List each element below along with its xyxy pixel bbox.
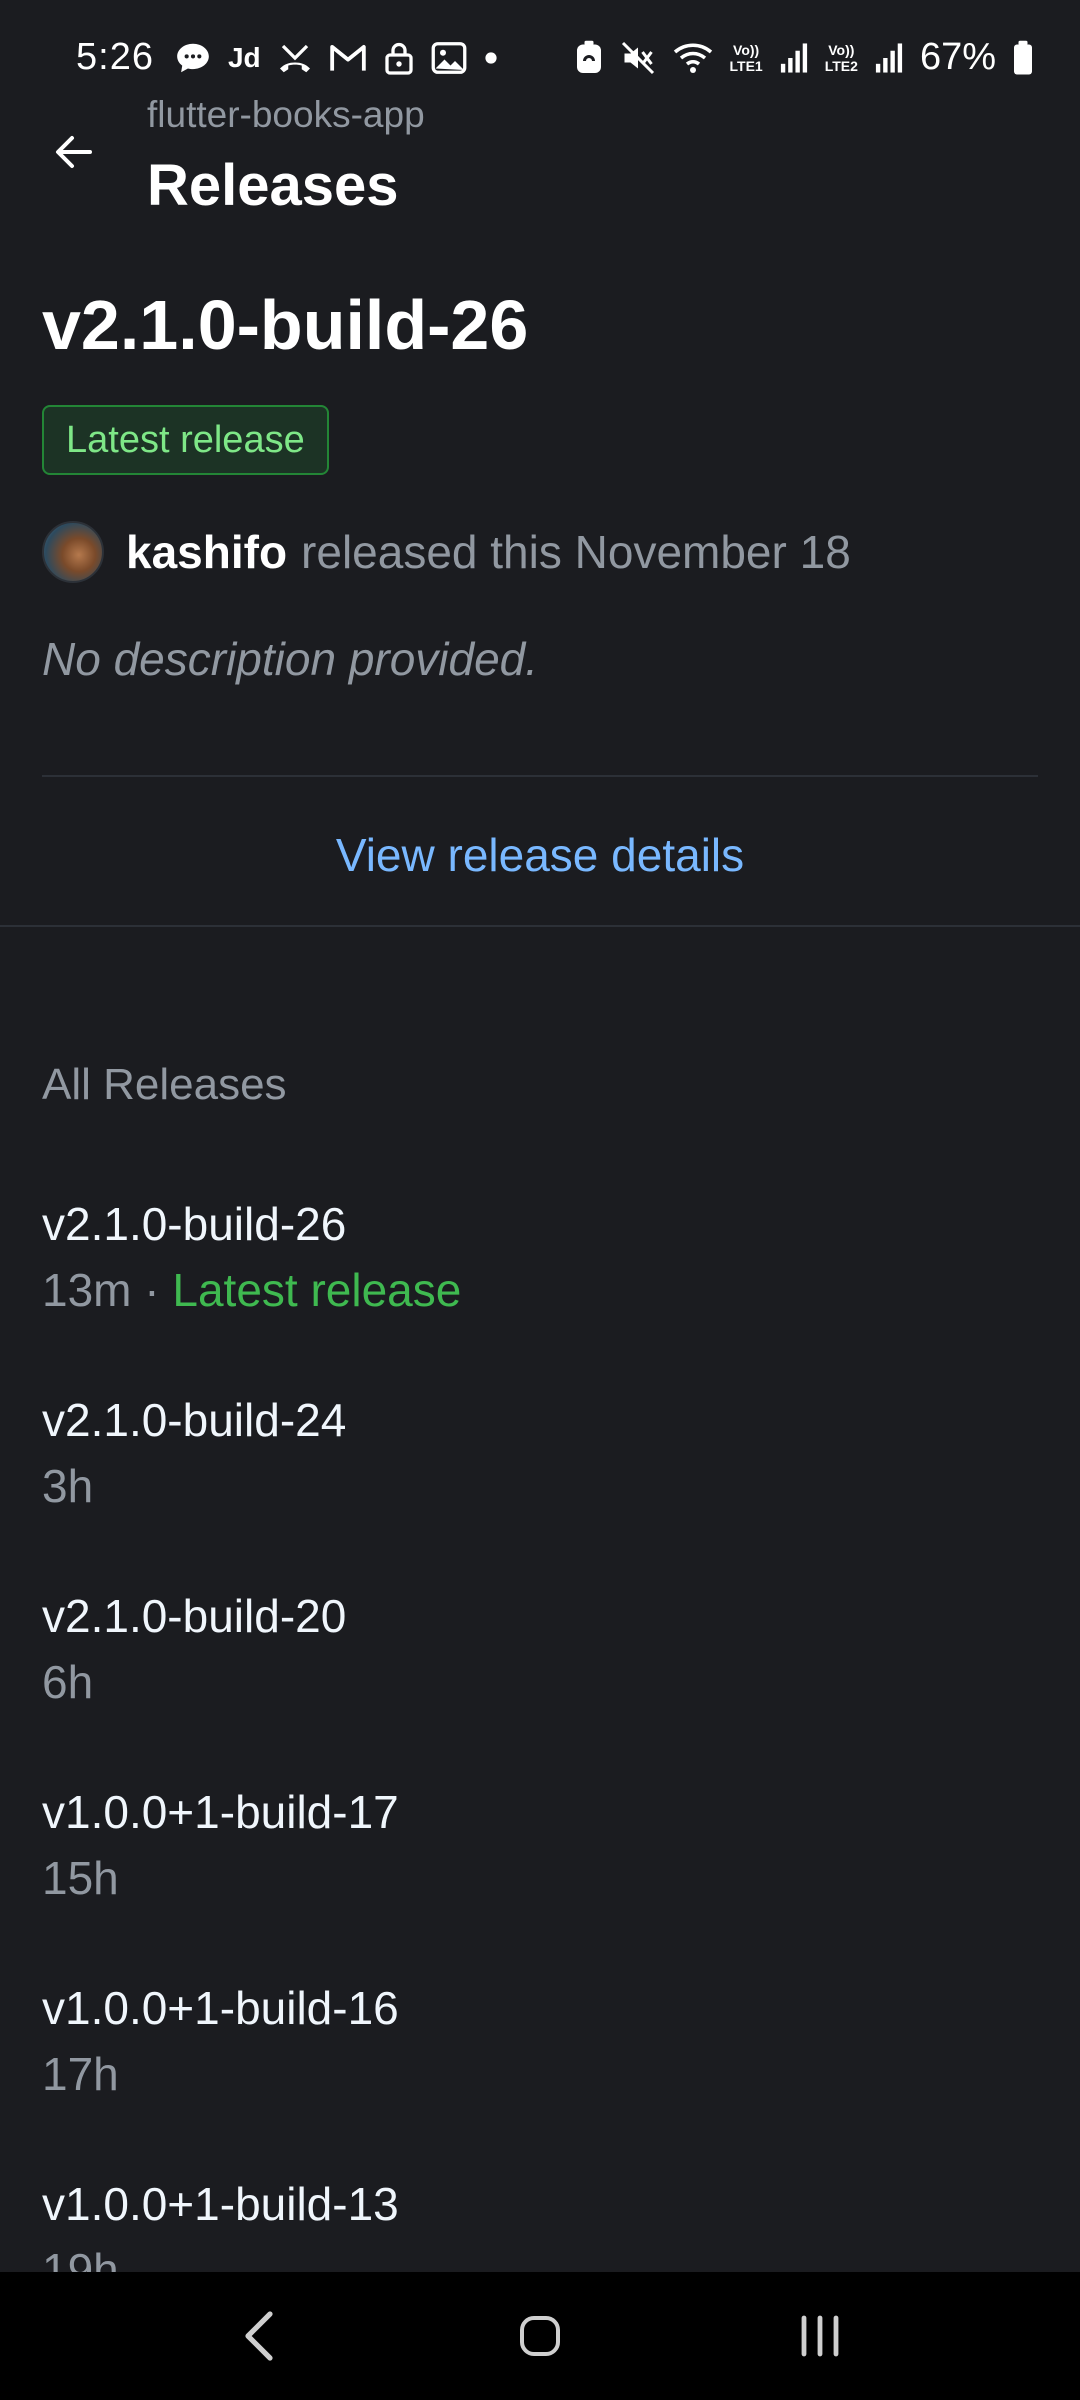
gmail-icon — [329, 42, 367, 74]
battery-percent: 67% — [919, 36, 996, 78]
battery-icon — [1012, 40, 1034, 76]
release-date-text: released this November 18 — [301, 526, 851, 578]
arrow-left-icon — [56, 136, 92, 168]
missed-call-icon — [277, 40, 313, 76]
screen: 5:26 Jd Vo)) LTE1 Vo)) LTE2 67% flutter-… — [0, 0, 1080, 2400]
release-name: v2.1.0-build-26 — [42, 1198, 347, 1250]
release-tag-title: v2.1.0-build-26 — [42, 286, 529, 364]
signal-1-icon — [779, 42, 809, 74]
chat-bubble-icon — [174, 39, 212, 77]
back-button[interactable] — [44, 122, 104, 182]
status-time: 5:26 — [76, 36, 154, 78]
list-item[interactable]: v1.0.0+1-build-17 15h — [0, 1773, 1080, 1969]
view-release-details-button[interactable]: View release details — [0, 810, 1080, 900]
chevron-left-icon — [245, 2311, 273, 2361]
list-item[interactable]: v1.0.0+1-build-13 19h — [0, 2165, 1080, 2273]
list-item[interactable]: v2.1.0-build-20 6h — [0, 1577, 1080, 1773]
gallery-icon — [431, 41, 467, 75]
recents-icon — [801, 2315, 839, 2357]
list-item[interactable]: v2.1.0-build-24 3h — [0, 1381, 1080, 1577]
release-age: 6h — [42, 1656, 94, 1708]
nav-recents-button[interactable] — [760, 2286, 880, 2386]
author-name[interactable]: kashifo — [126, 525, 287, 579]
list-item[interactable]: v2.1.0-build-26 13m · Latest release — [0, 1185, 1080, 1381]
avatar[interactable] — [42, 521, 104, 583]
status-bar-left: 5:26 Jd — [76, 36, 499, 79]
release-name: v2.1.0-build-20 — [42, 1590, 347, 1642]
page-title: Releases — [147, 153, 399, 218]
all-releases-heading: All Releases — [42, 1060, 287, 1109]
divider — [0, 925, 1080, 927]
system-nav-bar — [0, 2272, 1080, 2400]
release-list: v2.1.0-build-26 13m · Latest release v2.… — [0, 1185, 1080, 2273]
release-name: v2.1.0-build-24 — [42, 1394, 347, 1446]
home-square-icon — [520, 2316, 560, 2356]
release-meta: 13m · Latest release — [42, 1263, 461, 1317]
release-author-row: kashifo released this November 18 — [42, 520, 851, 584]
nav-home-button[interactable] — [480, 2286, 600, 2386]
release-age: 15h — [42, 1852, 119, 1904]
nav-back-button[interactable] — [200, 2286, 320, 2386]
signal-2-icon — [874, 42, 904, 74]
lock-icon — [383, 40, 415, 76]
release-name: v1.0.0+1-build-13 — [42, 2178, 399, 2230]
status-bar-right: Vo)) LTE1 Vo)) LTE2 67% — [574, 36, 1034, 79]
wifi-icon — [672, 40, 714, 76]
more-notifications-dot-icon — [483, 50, 499, 66]
battery-saver-icon — [574, 40, 604, 76]
lte2-label: Vo)) LTE2 — [824, 41, 858, 74]
meta-separator: · — [131, 1264, 173, 1316]
list-item[interactable]: v1.0.0+1-build-16 17h — [0, 1969, 1080, 2165]
lte1-label: Vo)) LTE1 — [729, 41, 763, 74]
latest-release-label: Latest release — [172, 1264, 462, 1316]
jd-app-icon: Jd — [227, 41, 261, 73]
release-name: v1.0.0+1-build-16 — [42, 1982, 399, 2034]
release-age: 17h — [42, 2048, 119, 2100]
release-description: No description provided. — [42, 633, 539, 685]
release-age: 13m — [42, 1264, 132, 1316]
repo-name: flutter-books-app — [147, 94, 425, 135]
app-bar: flutter-books-app Releases — [0, 92, 1080, 218]
release-age: 19h — [42, 2244, 119, 2273]
release-name: v1.0.0+1-build-17 — [42, 1786, 399, 1838]
latest-release-badge: Latest release — [42, 405, 329, 475]
release-age: 3h — [42, 1460, 94, 1512]
mute-icon — [620, 40, 656, 76]
divider — [42, 775, 1038, 777]
